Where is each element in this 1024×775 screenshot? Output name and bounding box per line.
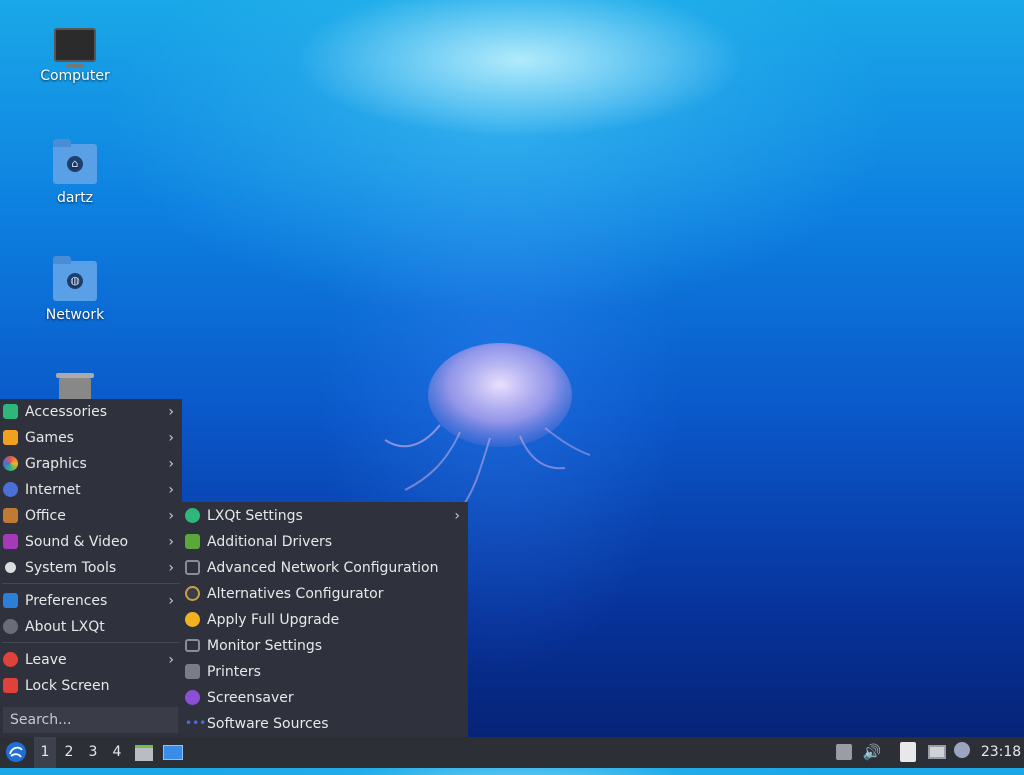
menu-item-preferences[interactable]: Preferences › <box>0 588 182 614</box>
volume-icon[interactable]: 🔊 <box>862 737 882 768</box>
printer-icon <box>185 664 200 679</box>
menu-item-leave[interactable]: Leave › <box>0 647 182 673</box>
preferences-icon <box>3 593 18 608</box>
sound-video-icon <box>3 534 18 549</box>
submenu-item-alternatives-configurator[interactable]: Alternatives Configurator <box>182 581 468 607</box>
clipboard-icon[interactable] <box>900 742 916 762</box>
chevron-right-icon: › <box>168 652 174 668</box>
chevron-right-icon: › <box>168 534 174 550</box>
submenu-item-screensaver[interactable]: Screensaver <box>182 685 468 711</box>
workspace-1-button[interactable]: 1 <box>34 737 56 768</box>
lxqt-settings-icon <box>185 508 200 523</box>
accessories-icon <box>3 404 18 419</box>
chevron-right-icon: › <box>168 560 174 576</box>
drivers-icon <box>185 534 200 549</box>
clock[interactable]: 23:18 <box>978 737 1024 768</box>
menu-item-office[interactable]: Office › <box>0 503 182 529</box>
network-folder-icon: ◍ <box>53 256 97 301</box>
application-menu: Accessories › Games › Graphics › Interne… <box>0 399 182 737</box>
desktop-icon-computer[interactable]: Computer <box>25 24 125 84</box>
desktop-icon-label: dartz <box>56 190 94 206</box>
menu-item-graphics[interactable]: Graphics › <box>0 451 182 477</box>
power-icon <box>3 652 18 667</box>
desktop-icon-label: Computer <box>40 68 110 84</box>
chevron-right-icon: › <box>168 508 174 524</box>
computer-icon <box>54 28 96 68</box>
menu-item-lock-screen[interactable]: Lock Screen <box>0 673 182 699</box>
workspace-3-button[interactable]: 3 <box>82 737 104 768</box>
workspace-2-button[interactable]: 2 <box>58 737 80 768</box>
file-manager-icon <box>135 745 153 761</box>
info-icon <box>3 619 18 634</box>
desktop-icon-network[interactable]: ◍ Network <box>25 256 125 323</box>
desktop-icon-home[interactable]: ⌂ dartz <box>25 139 125 206</box>
menu-item-system-tools[interactable]: System Tools › <box>0 555 182 581</box>
start-menu-button[interactable] <box>2 737 30 768</box>
internet-icon <box>3 482 18 497</box>
lock-icon <box>3 678 18 693</box>
taskbar: 1 2 3 4 🔊 23:18 <box>0 737 1024 768</box>
tray-expand-icon[interactable] <box>836 744 852 760</box>
submenu-item-lxqt-settings[interactable]: LXQt Settings › <box>182 503 468 529</box>
games-icon <box>3 430 18 445</box>
chevron-right-icon: › <box>168 482 174 498</box>
chevron-right-icon: › <box>454 508 460 524</box>
chevron-right-icon: › <box>168 430 174 446</box>
menu-item-games[interactable]: Games › <box>0 425 182 451</box>
menu-separator <box>2 583 180 584</box>
workspace-4-button[interactable]: 4 <box>106 737 128 768</box>
menu-item-sound-video[interactable]: Sound & Video › <box>0 529 182 555</box>
file-manager-launcher[interactable] <box>133 737 155 768</box>
jellyfish-wallpaper-image <box>384 343 591 511</box>
submenu-item-additional-drivers[interactable]: Additional Drivers <box>182 529 468 555</box>
menu-item-about-lxqt[interactable]: About LXQt <box>0 614 182 640</box>
menu-item-internet[interactable]: Internet › <box>0 477 182 503</box>
menu-search-input[interactable]: Search... <box>3 707 178 733</box>
show-desktop-button[interactable] <box>161 737 185 768</box>
lubuntu-logo-icon <box>6 742 26 762</box>
graphics-icon <box>3 456 18 471</box>
chevron-right-icon: › <box>168 404 174 420</box>
network-config-icon <box>185 560 200 575</box>
chevron-right-icon: › <box>168 593 174 609</box>
alternatives-icon <box>185 586 200 601</box>
desktop-icon <box>163 745 183 760</box>
screensaver-icon <box>185 690 200 705</box>
update-notifier-icon[interactable] <box>954 742 970 758</box>
desktop-icon-label: Network <box>45 307 105 323</box>
submenu-item-apply-full-upgrade[interactable]: Apply Full Upgrade <box>182 607 468 633</box>
submenu-item-advanced-network-configuration[interactable]: Advanced Network Configuration <box>182 555 468 581</box>
chevron-right-icon: › <box>168 456 174 472</box>
system-tools-icon <box>5 562 16 573</box>
submenu-item-printers[interactable]: Printers <box>182 659 468 685</box>
home-folder-icon: ⌂ <box>53 139 97 184</box>
submenu-item-software-sources[interactable]: ••• Software Sources <box>182 711 468 737</box>
upgrade-icon <box>185 612 200 627</box>
preferences-submenu: LXQt Settings › Additional Drivers Advan… <box>182 502 468 737</box>
office-icon <box>3 508 18 523</box>
menu-separator <box>2 642 180 643</box>
software-sources-icon: ••• <box>185 716 207 730</box>
network-icon[interactable] <box>928 745 946 759</box>
submenu-item-monitor-settings[interactable]: Monitor Settings <box>182 633 468 659</box>
menu-item-accessories[interactable]: Accessories › <box>0 399 182 425</box>
monitor-icon <box>185 639 200 652</box>
